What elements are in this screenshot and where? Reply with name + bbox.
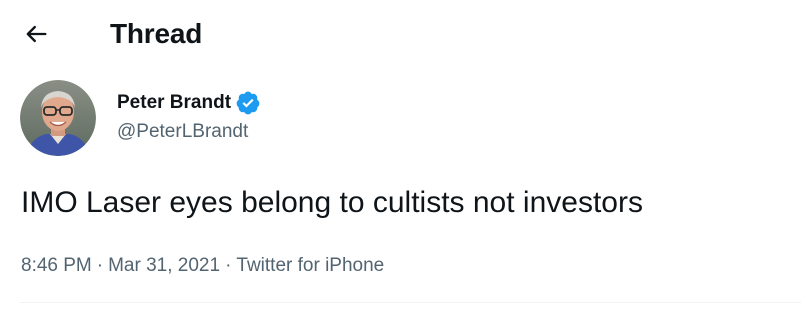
- meta-separator: ·: [225, 255, 232, 276]
- tweet-time[interactable]: 8:46 PM: [21, 255, 92, 276]
- tweet-date[interactable]: Mar 31, 2021: [108, 255, 220, 276]
- page-title: Thread: [110, 18, 203, 49]
- verified-badge-icon: [235, 90, 261, 116]
- divider: [20, 302, 801, 303]
- author-handle[interactable]: @PeterLBrandt: [117, 120, 248, 144]
- tweet-source[interactable]: Twitter for iPhone: [236, 255, 384, 276]
- arrow-left-icon: [26, 25, 47, 43]
- avatar-image: [20, 80, 96, 156]
- author-display-name: Peter Brandt: [117, 92, 232, 113]
- tweet-meta: 8:46 PM · Mar 31, 2021 · Twitter for iPhone: [21, 253, 384, 279]
- back-button[interactable]: [16, 16, 56, 52]
- tweet-text: IMO Laser eyes belong to cultists not in…: [21, 186, 643, 219]
- tweet-author: Peter Brandt @PeterLBrandt: [20, 80, 780, 160]
- meta-separator: ·: [96, 255, 104, 276]
- avatar[interactable]: [20, 80, 96, 156]
- author-name-row[interactable]: Peter Brandt: [117, 90, 261, 116]
- thread-header: Thread: [0, 0, 801, 68]
